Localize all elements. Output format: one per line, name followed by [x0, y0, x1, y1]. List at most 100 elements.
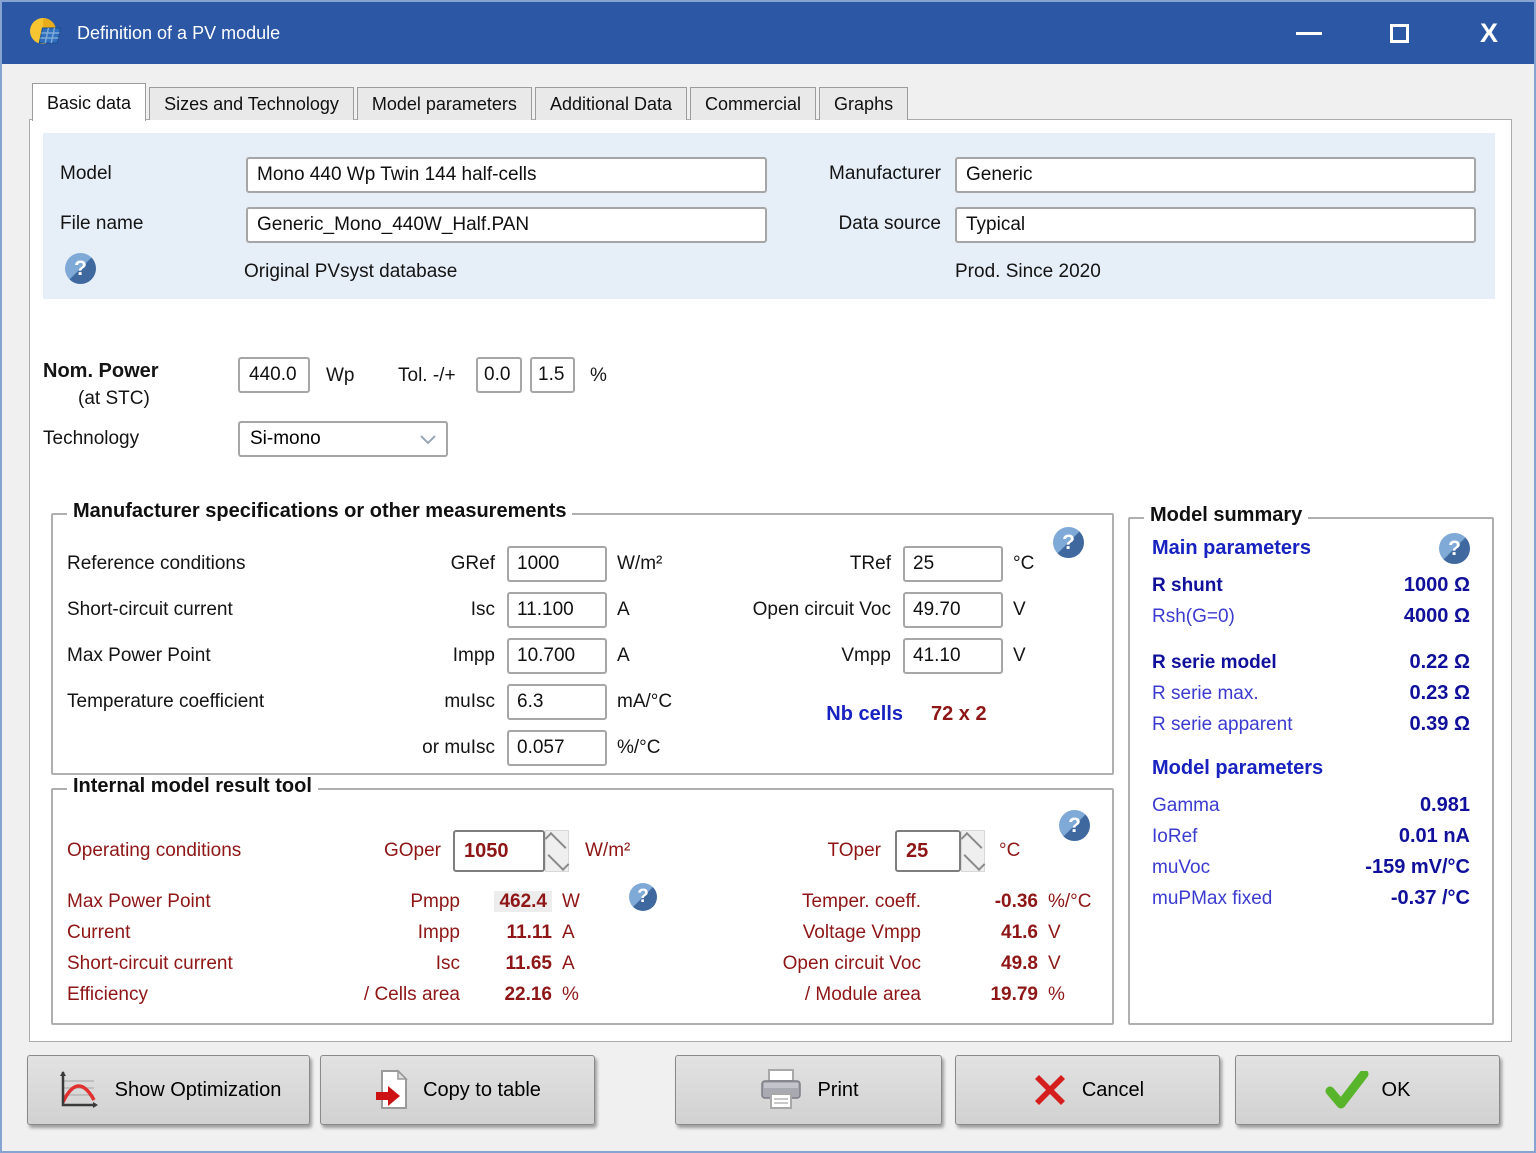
copy-to-table-button[interactable]: Copy to table: [320, 1055, 595, 1125]
efficiency-cells-value: 22.16: [472, 984, 552, 1006]
help-icon[interactable]: ?: [1059, 810, 1090, 841]
cancel-label: Cancel: [1082, 1079, 1144, 1102]
result-param: Impp: [317, 922, 472, 944]
technology-label: Technology: [43, 428, 139, 450]
copy-to-table-label: Copy to table: [423, 1079, 541, 1102]
minimize-icon: [1296, 32, 1322, 35]
isc-input[interactable]: 11.100: [507, 592, 607, 628]
tolerance-minus-input[interactable]: 0.0: [476, 357, 522, 393]
model-summary-group: Model summary ? Main parameters R shunt …: [1128, 517, 1494, 1025]
spin-down-icon[interactable]: [962, 851, 984, 871]
toper-unit: °C: [999, 840, 1020, 862]
spec-row-label: Vmpp: [613, 645, 903, 667]
help-icon[interactable]: ?: [65, 253, 96, 284]
spin-down-icon[interactable]: [546, 851, 568, 871]
minimize-button[interactable]: [1264, 2, 1354, 64]
tref-input[interactable]: 25: [903, 546, 1003, 582]
ok-button[interactable]: OK: [1235, 1055, 1500, 1125]
toper-spinner[interactable]: [961, 830, 985, 872]
summary-row: R serie apparent 0.39 Ω: [1152, 709, 1470, 740]
show-optimization-label: Show Optimization: [115, 1079, 282, 1102]
result-unit: V: [1038, 953, 1108, 975]
nom-power-input[interactable]: 440.0: [238, 357, 310, 393]
summary-row: IoRef 0.01 nA: [1152, 821, 1470, 852]
vmpp-input[interactable]: 41.10: [903, 638, 1003, 674]
summary-row: R serie model 0.22 Ω: [1152, 647, 1470, 678]
data-source-label: Data source: [813, 213, 941, 235]
spin-up-icon[interactable]: [546, 831, 568, 851]
spin-up-icon[interactable]: [962, 831, 984, 851]
result-label: Voltage Vmpp: [673, 922, 933, 944]
toper-input[interactable]: 25: [895, 830, 961, 872]
maximize-icon: [1390, 24, 1409, 43]
spec-row-label: Max Power Point: [67, 645, 352, 667]
tab-graphs[interactable]: Graphs: [819, 87, 908, 120]
impp-input[interactable]: 10.700: [507, 638, 607, 674]
summary-row: muVoc -159 mV/°C: [1152, 852, 1470, 883]
tab-additional-data[interactable]: Additional Data: [535, 87, 687, 120]
nb-cells-row: Nb cells 72 x 2: [613, 703, 987, 726]
summary-label: IoRef: [1152, 826, 1197, 848]
result-param: Isc: [317, 953, 472, 975]
file-name-input[interactable]: Generic_Mono_440W_Half.PAN: [246, 207, 767, 243]
tab-basic-data[interactable]: Basic data: [32, 83, 146, 121]
model-input[interactable]: Mono 440 Wp Twin 144 half-cells: [246, 157, 767, 193]
muisc-input[interactable]: 6.3: [507, 684, 607, 720]
summary-row: Gamma 0.981: [1152, 790, 1470, 821]
spec-row-param: Isc: [352, 599, 507, 621]
manufacturer-label: Manufacturer: [813, 163, 941, 185]
print-label: Print: [817, 1079, 858, 1102]
summary-label: muVoc: [1152, 857, 1210, 879]
model-label: Model: [60, 163, 112, 185]
tab-bar: Basic data Sizes and Technology Model pa…: [32, 82, 911, 120]
nom-power-sub-label: (at STC): [78, 388, 150, 410]
gref-input[interactable]: 1000: [507, 546, 607, 582]
manufacturer-input[interactable]: Generic: [955, 157, 1476, 193]
summary-label: Rsh(G=0): [1152, 606, 1235, 628]
nom-power-unit: Wp: [326, 365, 355, 387]
goper-spinner[interactable]: [545, 830, 569, 872]
internal-model-title: Internal model result tool: [67, 775, 318, 798]
technology-select[interactable]: Si-mono: [238, 421, 448, 457]
chevron-down-icon: [420, 435, 436, 444]
isc-result-value: 11.65: [472, 953, 552, 975]
production-note: Prod. Since 2020: [955, 261, 1101, 283]
voc-input[interactable]: 49.70: [903, 592, 1003, 628]
efficiency-module-value: 19.79: [933, 984, 1038, 1006]
spec-row-param: Impp: [352, 645, 507, 667]
result-label: Efficiency: [67, 984, 317, 1006]
tab-commercial[interactable]: Commercial: [690, 87, 816, 120]
cancel-button[interactable]: Cancel: [955, 1055, 1220, 1125]
goper-input[interactable]: 1050: [453, 830, 545, 872]
vmpp-result-value: 41.6: [933, 922, 1038, 944]
show-optimization-button[interactable]: Show Optimization: [27, 1055, 310, 1125]
maximize-button[interactable]: [1354, 2, 1444, 64]
summary-value: 0.22 Ω: [1409, 651, 1470, 674]
close-button[interactable]: X: [1444, 2, 1534, 64]
data-source-input[interactable]: Typical: [955, 207, 1476, 243]
manufacturer-specs-group: Manufacturer specifications or other mea…: [51, 513, 1114, 775]
print-button[interactable]: Print: [675, 1055, 942, 1125]
result-unit: %/°C: [1038, 891, 1108, 913]
tolerance-plus-input[interactable]: 1.5: [530, 357, 575, 393]
basic-data-page: Model Mono 440 Wp Twin 144 half-cells Ma…: [29, 119, 1512, 1042]
file-name-label: File name: [60, 213, 143, 235]
summary-label: muPMax fixed: [1152, 888, 1272, 910]
internal-model-group: Internal model result tool ? Operating c…: [51, 788, 1114, 1025]
summary-value: 0.39 Ω: [1409, 713, 1470, 736]
manufacturer-specs-title: Manufacturer specifications or other mea…: [67, 500, 572, 523]
tab-sizes-technology[interactable]: Sizes and Technology: [149, 87, 354, 120]
spec-row-label: Open circuit Voc: [613, 599, 903, 621]
spec-row-label: Temperature coefficient: [67, 691, 352, 713]
help-icon[interactable]: ?: [629, 883, 657, 911]
muisc-pct-input[interactable]: 0.057: [507, 730, 607, 766]
result-param: Pmpp: [317, 891, 472, 913]
tab-model-parameters[interactable]: Model parameters: [357, 87, 532, 120]
result-label: / Module area: [673, 984, 933, 1006]
help-icon[interactable]: ?: [1439, 533, 1470, 564]
goper-unit: W/m²: [585, 840, 630, 862]
summary-label: R shunt: [1152, 575, 1223, 597]
copy-document-icon: [374, 1068, 410, 1112]
toper-param: TOper: [673, 840, 895, 862]
database-note: Original PVsyst database: [244, 261, 457, 283]
